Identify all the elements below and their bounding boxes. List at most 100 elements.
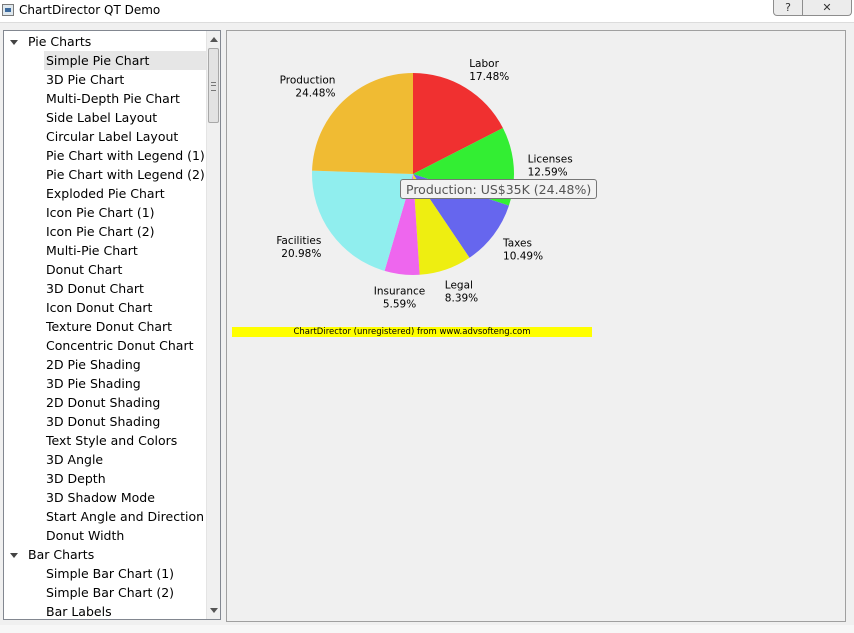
tree-item-icon-donut-chart[interactable]: Icon Donut Chart: [46, 298, 152, 317]
tree-item-circular-label-layout[interactable]: Circular Label Layout: [46, 127, 178, 146]
tree-item-label: Pie Charts: [28, 34, 92, 49]
slice-label-insurance: Insurance 5.59%: [374, 285, 426, 310]
tree-item-multi-depth-pie-chart[interactable]: Multi-Depth Pie Chart: [46, 89, 180, 108]
slice-label-production: Production 24.48%: [280, 75, 336, 100]
tree-item-label: Exploded Pie Chart: [46, 186, 165, 201]
tree-item-texture-donut-chart[interactable]: Texture Donut Chart: [46, 317, 172, 336]
slice-category-label: Insurance: [374, 285, 426, 297]
tree-item-label: Side Label Layout: [46, 110, 158, 125]
slice-category-label: Licenses: [528, 154, 573, 166]
tree-item-2d-donut-shading[interactable]: 2D Donut Shading: [46, 393, 160, 412]
tree-group-bar-charts[interactable]: Bar Charts: [10, 545, 94, 564]
tree-item-concentric-donut-chart[interactable]: Concentric Donut Chart: [46, 336, 194, 355]
scroll-thumb[interactable]: [208, 48, 219, 123]
tree-item-label: Icon Pie Chart (2): [46, 224, 155, 239]
tree-item-label: 3D Donut Shading: [46, 414, 161, 429]
slice-label-facilities: Facilities 20.98%: [276, 235, 321, 260]
scroll-down-arrow-icon[interactable]: [210, 608, 218, 613]
slice-category-label: Labor: [469, 58, 499, 70]
slice-category-label: Facilities: [276, 235, 321, 247]
chart-viewer[interactable]: Labor 17.48% Licenses 12.59% Taxes 10.49% Lega…: [226, 30, 846, 622]
slice-category-label: Legal: [445, 279, 473, 291]
tree-item-pie-chart-with-legend-2[interactable]: Pie Chart with Legend (2): [46, 165, 205, 184]
tree-item-2d-pie-shading[interactable]: 2D Pie Shading: [46, 355, 141, 374]
title-bar: ChartDirector QT Demo ? ✕: [0, 0, 854, 23]
tree-item-label: 3D Pie Chart: [46, 72, 125, 87]
slice-percent-label: 24.48%: [295, 88, 335, 100]
tree-item-label: 3D Pie Shading: [46, 376, 141, 391]
tree-item-multi-pie-chart[interactable]: Multi-Pie Chart: [46, 241, 138, 260]
slice-percent-label: 8.39%: [445, 292, 478, 304]
tree-item-3d-donut-chart[interactable]: 3D Donut Chart: [46, 279, 144, 298]
tree-item-label: Concentric Donut Chart: [46, 338, 194, 353]
tree-item-donut-chart[interactable]: Donut Chart: [46, 260, 122, 279]
slice-category-label: Production: [280, 75, 336, 87]
slice-label-labor: Labor 17.48%: [469, 58, 509, 83]
slice-percent-label: 10.49%: [503, 250, 543, 262]
tree-item-icon-pie-chart-1[interactable]: Icon Pie Chart (1): [46, 203, 155, 222]
scroll-up-arrow-icon[interactable]: [210, 37, 218, 42]
tree-item-3d-donut-shading[interactable]: 3D Donut Shading: [46, 412, 160, 431]
tree-item-simple-pie-chart[interactable]: Simple Pie Chart: [44, 51, 206, 70]
tree-item-side-label-layout[interactable]: Side Label Layout: [46, 108, 157, 127]
vertical-scrollbar[interactable]: [206, 31, 220, 619]
tree-item-label: Circular Label Layout: [46, 129, 179, 144]
watermark-banner: ChartDirector (unregistered) from www.ad…: [232, 327, 592, 337]
tree-item-simple-bar-chart-2[interactable]: Simple Bar Chart (2): [46, 583, 174, 602]
tree-item-label: Pie Chart with Legend (2): [46, 167, 205, 182]
tree-item-label: 3D Donut Chart: [46, 281, 144, 296]
slice-percent-label: 12.59%: [528, 167, 568, 179]
tree-item-label: Multi-Pie Chart: [46, 243, 138, 258]
tree-item-label: 2D Donut Shading: [46, 395, 161, 410]
tree-item-label: Start Angle and Direction: [46, 509, 205, 524]
tree-item-simple-bar-chart-1[interactable]: Simple Bar Chart (1): [46, 564, 174, 583]
expand-arrow-icon[interactable]: [10, 553, 18, 558]
slice-percent-label: 17.48%: [469, 71, 509, 83]
tree-item-label: Simple Bar Chart (2): [46, 585, 175, 600]
tree-item-label: Bar Labels: [46, 604, 112, 619]
close-button[interactable]: ✕: [802, 0, 852, 16]
window-title: ChartDirector QT Demo: [19, 3, 161, 17]
tree-item-label: 3D Depth: [46, 471, 106, 486]
tree-item-label: Donut Width: [46, 528, 125, 543]
tree-item-label: Donut Chart: [46, 262, 123, 277]
tree-group-pie-charts[interactable]: Pie Charts: [10, 32, 91, 51]
slice-label-licenses: Licenses 12.59%: [528, 154, 573, 179]
tree-item-donut-width[interactable]: Donut Width: [46, 526, 124, 545]
tree-item-3d-angle[interactable]: 3D Angle: [46, 450, 103, 469]
tree-item-text-style-and-colors[interactable]: Text Style and Colors: [46, 431, 177, 450]
tree-item-exploded-pie-chart[interactable]: Exploded Pie Chart: [46, 184, 165, 203]
tree-item-label: Icon Donut Chart: [46, 300, 153, 315]
tree-item-label: 2D Pie Shading: [46, 357, 141, 372]
tree-item-label: Icon Pie Chart (1): [46, 205, 155, 220]
tree-item-label: Bar Charts: [28, 547, 95, 562]
tree-item-3d-pie-chart[interactable]: 3D Pie Chart: [46, 70, 124, 89]
grip-icon: [211, 82, 216, 91]
tree-item-label: Simple Bar Chart (1): [46, 566, 175, 581]
tree-item-pie-chart-with-legend-1[interactable]: Pie Chart with Legend (1): [46, 146, 205, 165]
tree-item-label: Simple Pie Chart: [46, 53, 150, 68]
tree-item-label: Texture Donut Chart: [46, 319, 173, 334]
status-strip: [0, 625, 854, 633]
tree-item-3d-pie-shading[interactable]: 3D Pie Shading: [46, 374, 141, 393]
tree-item-label: Multi-Depth Pie Chart: [46, 91, 180, 106]
tree-item-icon-pie-chart-2[interactable]: Icon Pie Chart (2): [46, 222, 155, 241]
tree-item-3d-depth[interactable]: 3D Depth: [46, 469, 106, 488]
app-icon: [2, 4, 14, 16]
chart-tree-view[interactable]: Pie Charts Simple Pie Chart 3D Pie Chart Mu…: [3, 30, 221, 620]
slice-percent-label: 5.59%: [383, 298, 416, 310]
tree-item-label: Pie Chart with Legend (1): [46, 148, 205, 163]
tree-item-3d-shadow-mode[interactable]: 3D Shadow Mode: [46, 488, 155, 507]
watermark-text: ChartDirector (unregistered) from www.ad…: [293, 327, 531, 337]
tree-item-label: 3D Angle: [46, 452, 104, 467]
tree-item-bar-labels[interactable]: Bar Labels: [46, 602, 112, 619]
slice-label-legal: Legal 8.39%: [445, 279, 478, 304]
tree-item-label: 3D Shadow Mode: [46, 490, 155, 505]
slice-percent-label: 20.98%: [281, 248, 321, 260]
tree-item-label: Text Style and Colors: [46, 433, 178, 448]
help-button[interactable]: ?: [773, 0, 803, 16]
slice-label-taxes: Taxes 10.49%: [502, 237, 543, 262]
expand-arrow-icon[interactable]: [10, 40, 18, 45]
tree-item-start-angle-and-direction[interactable]: Start Angle and Direction: [46, 507, 204, 526]
slice-category-label: Taxes: [502, 237, 532, 249]
